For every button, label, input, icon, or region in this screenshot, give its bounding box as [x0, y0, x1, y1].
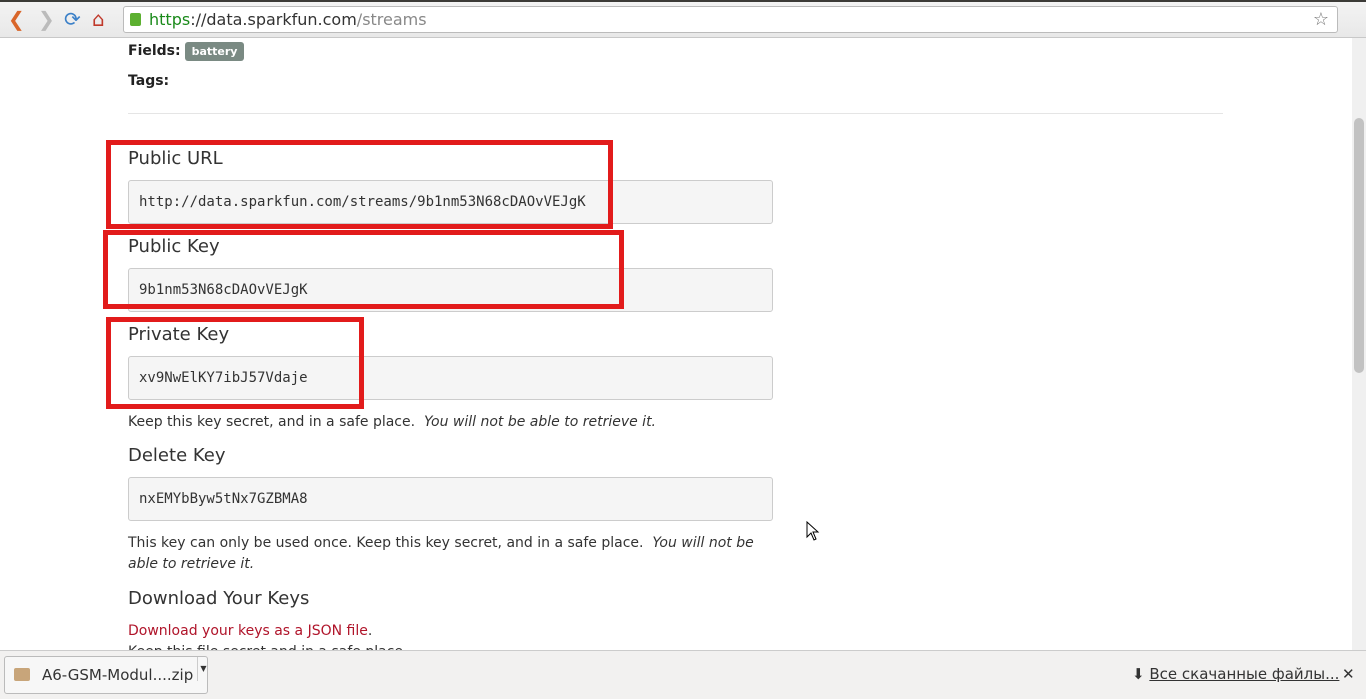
download-row: Download your keys as a JSON file. [128, 623, 373, 639]
mouse-cursor-icon [806, 521, 820, 541]
delete-key-note: This key can only be used once. Keep thi… [128, 535, 754, 572]
download-heading: Download Your Keys [128, 588, 310, 609]
highlight-box-public-url [106, 140, 613, 229]
archive-icon [14, 668, 30, 681]
download-icon: ⬇ [1132, 665, 1145, 683]
page-content: Fields: battery Tags: Public URL http://d… [0, 38, 1352, 650]
highlight-box-private-key [106, 317, 364, 409]
scrollbar[interactable] [1352, 38, 1366, 650]
browser-toolbar: ❮ ❯ ⟳ ⌂ https://data.sparkfun.com/stream… [0, 0, 1366, 38]
title-strip [0, 0, 1366, 2]
download-item[interactable]: A6-GSM-Modul....zip ▼ [4, 656, 208, 694]
download-shelf: A6-GSM-Modul....zip ▼ ⬇ Все скачанные фа… [0, 650, 1366, 699]
delete-key-field[interactable]: nxEMYbByw5tNx7GZBMA8 [128, 477, 773, 521]
forward-icon[interactable]: ❯ [38, 8, 55, 30]
divider [128, 113, 1223, 114]
lock-icon [130, 13, 141, 26]
dropdown-arrow-icon[interactable]: ▼ [197, 657, 209, 681]
download-json-link[interactable]: Download your keys as a JSON file [128, 623, 368, 639]
show-all-downloads-link[interactable]: ⬇ Все скачанные файлы... [1132, 665, 1339, 683]
fields-row: Fields: battery [128, 40, 245, 61]
delete-key-label: Delete Key [128, 445, 226, 466]
address-bar[interactable]: https://data.sparkfun.com/streams ☆ [123, 6, 1338, 33]
back-icon[interactable]: ❮ [8, 8, 25, 30]
highlight-box-public-key [103, 230, 624, 309]
tags-label: Tags: [128, 73, 170, 89]
home-icon[interactable]: ⌂ [92, 8, 105, 30]
reload-icon[interactable]: ⟳ [64, 8, 81, 30]
private-key-note: Keep this key secret, and in a safe plac… [128, 414, 657, 430]
field-badge: battery [184, 42, 245, 61]
file-note: Keep this file secret and in a safe plac… [128, 642, 778, 650]
bookmark-star-icon[interactable]: ☆ [1313, 7, 1329, 32]
scrollbar-thumb[interactable] [1354, 118, 1364, 373]
close-icon[interactable]: ✕ [1342, 665, 1355, 683]
